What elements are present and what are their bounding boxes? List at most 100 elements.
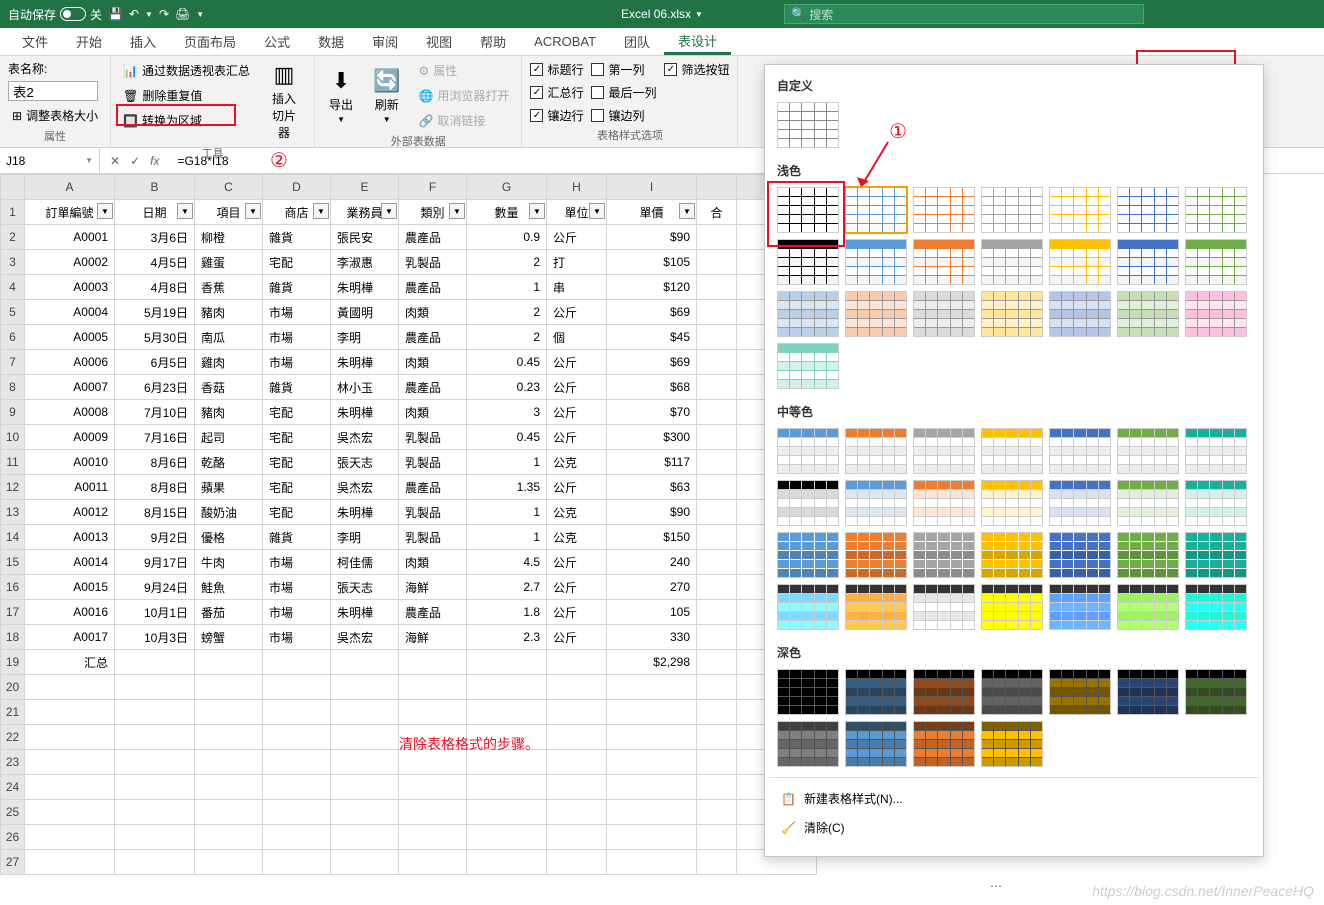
row-header[interactable]: 23 xyxy=(1,750,25,775)
empty-cell[interactable] xyxy=(547,750,607,775)
empty-cell[interactable] xyxy=(697,850,737,875)
ribbon-tab-11[interactable]: 表设计 xyxy=(664,28,731,55)
table-style-thumb[interactable] xyxy=(981,480,1043,526)
table-style-thumb[interactable] xyxy=(777,291,839,337)
empty-cell[interactable] xyxy=(195,825,263,850)
last-column-checkbox[interactable]: 最后一列 xyxy=(591,83,656,102)
table-style-thumb[interactable] xyxy=(845,532,907,578)
table-cell[interactable]: 6月23日 xyxy=(115,375,195,400)
table-style-thumb[interactable] xyxy=(913,428,975,474)
table-cell[interactable]: $63 xyxy=(607,475,697,500)
table-cell[interactable]: 公斤 xyxy=(547,550,607,575)
table-cell[interactable] xyxy=(697,375,737,400)
row-header[interactable]: 3 xyxy=(1,250,25,275)
table-cell[interactable]: 豬肉 xyxy=(195,400,263,425)
table-cell[interactable] xyxy=(697,475,737,500)
empty-cell[interactable] xyxy=(263,750,331,775)
filter-icon[interactable]: ▼ xyxy=(529,203,545,219)
table-cell[interactable]: 市場 xyxy=(263,325,331,350)
table-header-cell[interactable]: 日期▼ xyxy=(115,200,195,225)
table-cell[interactable] xyxy=(697,300,737,325)
table-cell[interactable]: $117 xyxy=(607,450,697,475)
table-cell[interactable]: 雞蛋 xyxy=(195,250,263,275)
table-cell[interactable]: A0003 xyxy=(25,275,115,300)
table-style-thumb[interactable] xyxy=(913,669,975,715)
refresh-button[interactable]: 🔄刷新▼ xyxy=(367,60,406,131)
table-cell[interactable]: 0.23 xyxy=(467,375,547,400)
row-header[interactable]: 2 xyxy=(1,225,25,250)
table-cell[interactable]: 公克 xyxy=(547,500,607,525)
table-style-thumb[interactable] xyxy=(981,584,1043,630)
table-cell[interactable]: 牛肉 xyxy=(195,550,263,575)
empty-cell[interactable] xyxy=(331,775,399,800)
row-header[interactable]: 12 xyxy=(1,475,25,500)
table-cell[interactable]: A0008 xyxy=(25,400,115,425)
table-cell[interactable]: 宅配 xyxy=(263,475,331,500)
clear-style-button[interactable]: 🧹清除(C) xyxy=(769,813,1259,842)
autosave-toggle[interactable]: 自动保存 关 xyxy=(8,6,102,23)
empty-cell[interactable] xyxy=(263,825,331,850)
row-header[interactable]: 13 xyxy=(1,500,25,525)
table-cell[interactable] xyxy=(697,400,737,425)
table-cell[interactable]: 南瓜 xyxy=(195,325,263,350)
table-cell[interactable]: 農產品 xyxy=(399,600,467,625)
table-cell[interactable]: 8月6日 xyxy=(115,450,195,475)
table-cell[interactable]: 9月24日 xyxy=(115,575,195,600)
table-cell[interactable]: 雜貨 xyxy=(263,525,331,550)
table-style-thumb[interactable] xyxy=(845,428,907,474)
table-cell[interactable] xyxy=(697,500,737,525)
table-cell[interactable] xyxy=(697,425,737,450)
empty-cell[interactable] xyxy=(607,725,697,750)
empty-cell[interactable] xyxy=(331,725,399,750)
export-button[interactable]: ⬇导出▼ xyxy=(323,60,359,131)
empty-cell[interactable] xyxy=(467,850,547,875)
empty-cell[interactable] xyxy=(697,825,737,850)
table-cell[interactable]: 1.8 xyxy=(467,600,547,625)
table-cell[interactable]: 公斤 xyxy=(547,225,607,250)
table-cell[interactable]: 張天志 xyxy=(331,575,399,600)
table-cell[interactable]: 1.35 xyxy=(467,475,547,500)
empty-cell[interactable] xyxy=(547,775,607,800)
table-style-thumb[interactable] xyxy=(913,291,975,337)
total-label[interactable]: 汇总 xyxy=(25,650,115,675)
table-cell[interactable]: 0.9 xyxy=(467,225,547,250)
empty-cell[interactable] xyxy=(467,700,547,725)
empty-cell[interactable] xyxy=(115,800,195,825)
convert-to-range-button[interactable]: 🔲转换为区域 xyxy=(119,110,254,131)
table-cell[interactable]: A0016 xyxy=(25,600,115,625)
table-style-thumb[interactable] xyxy=(777,428,839,474)
empty-cell[interactable] xyxy=(195,800,263,825)
table-cell[interactable]: 105 xyxy=(607,600,697,625)
empty-cell[interactable] xyxy=(399,825,467,850)
table-cell[interactable]: 公斤 xyxy=(547,350,607,375)
table-cell[interactable]: 肉類 xyxy=(399,300,467,325)
table-style-thumb[interactable] xyxy=(1185,532,1247,578)
table-cell[interactable]: A0009 xyxy=(25,425,115,450)
table-cell[interactable]: 張民安 xyxy=(331,225,399,250)
column-header[interactable]: A xyxy=(25,175,115,200)
empty-cell[interactable] xyxy=(607,850,697,875)
table-cell[interactable]: A0002 xyxy=(25,250,115,275)
empty-cell[interactable] xyxy=(467,825,547,850)
table-cell[interactable]: 乳製品 xyxy=(399,525,467,550)
table-cell[interactable]: 2 xyxy=(467,250,547,275)
table-cell[interactable]: A0017 xyxy=(25,625,115,650)
table-cell[interactable]: 個 xyxy=(547,325,607,350)
table-style-thumb[interactable] xyxy=(1049,291,1111,337)
table-cell[interactable]: 雞肉 xyxy=(195,350,263,375)
row-header[interactable]: 24 xyxy=(1,775,25,800)
table-cell[interactable]: 吳杰宏 xyxy=(331,475,399,500)
table-cell[interactable]: 柯佳儒 xyxy=(331,550,399,575)
table-style-thumb[interactable] xyxy=(1185,291,1247,337)
empty-cell[interactable] xyxy=(697,675,737,700)
ribbon-tab-9[interactable]: ACROBAT xyxy=(520,28,610,55)
table-style-thumb[interactable] xyxy=(1049,669,1111,715)
row-header[interactable]: 14 xyxy=(1,525,25,550)
table-cell[interactable]: A0001 xyxy=(25,225,115,250)
table-cell[interactable]: A0007 xyxy=(25,375,115,400)
table-cell[interactable]: A0013 xyxy=(25,525,115,550)
row-header[interactable]: 11 xyxy=(1,450,25,475)
filter-icon[interactable]: ▼ xyxy=(177,203,193,219)
table-cell[interactable] xyxy=(697,225,737,250)
undo-dropdown-icon[interactable]: ▼ xyxy=(145,10,153,19)
